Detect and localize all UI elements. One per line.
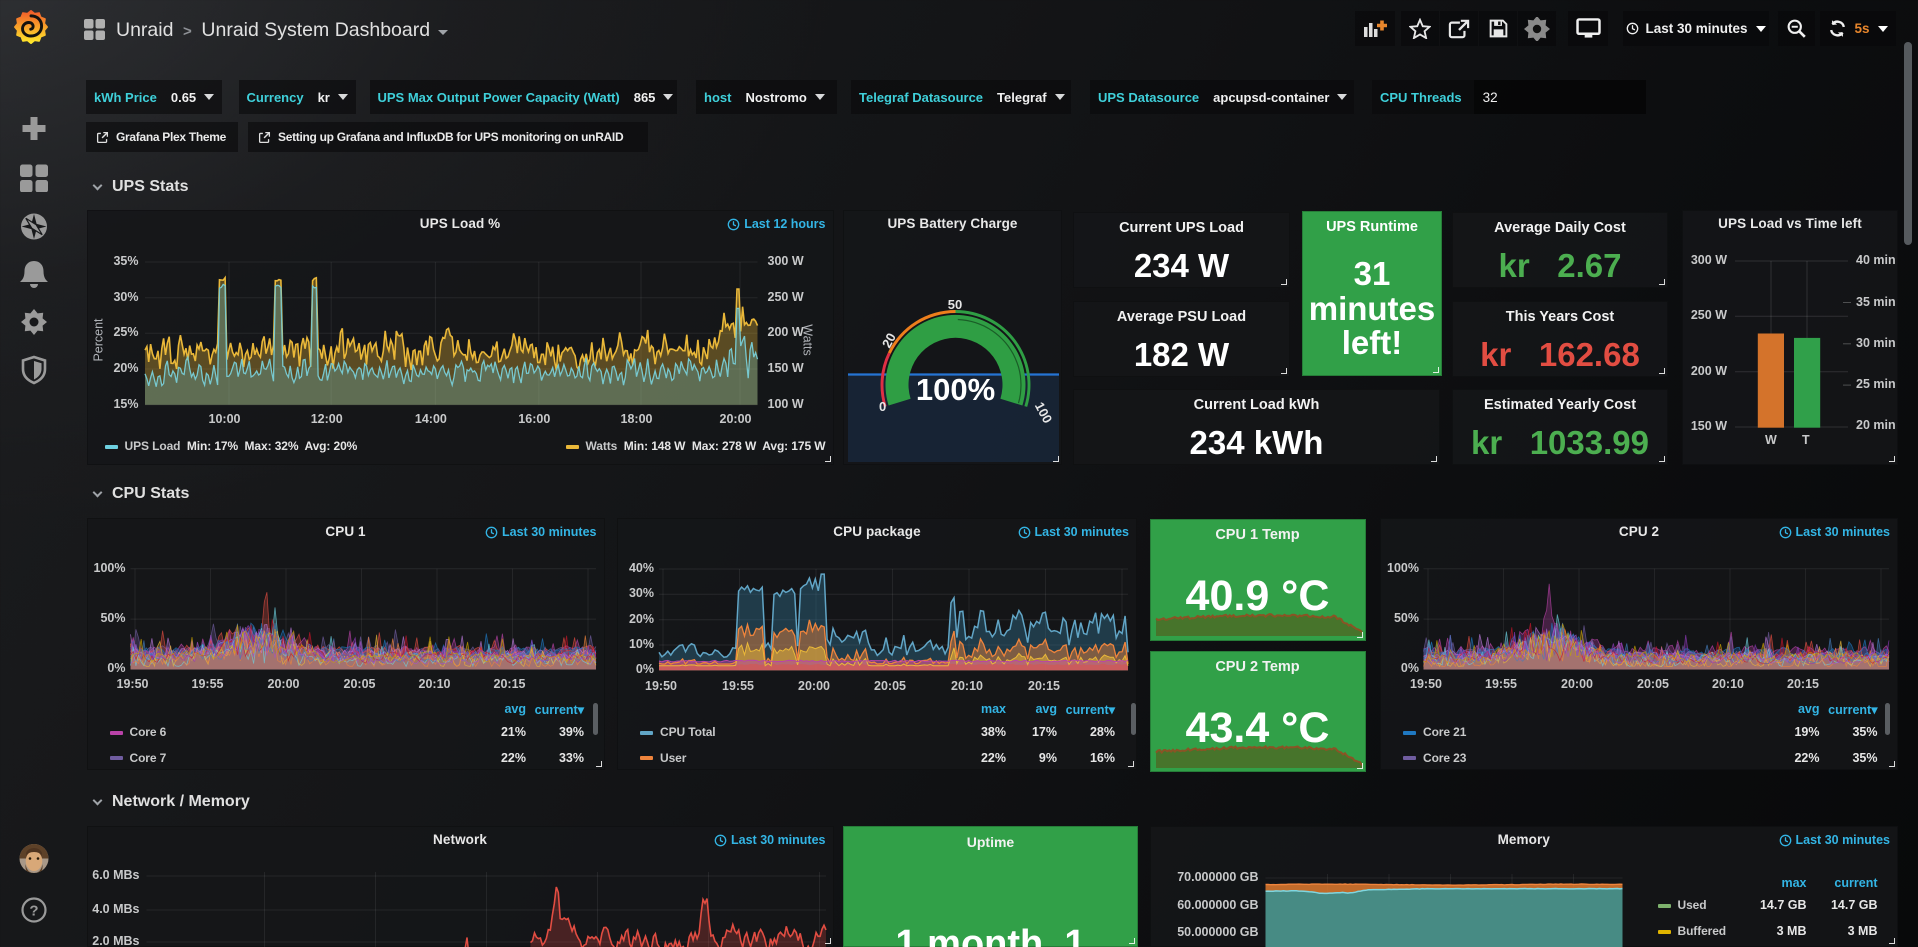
svg-text:20: 20 [879,330,899,350]
svg-text:0: 0 [879,399,886,414]
svg-text:100%: 100% [916,372,995,407]
svg-text:?: ? [29,903,38,920]
svg-text:50: 50 [948,297,962,312]
